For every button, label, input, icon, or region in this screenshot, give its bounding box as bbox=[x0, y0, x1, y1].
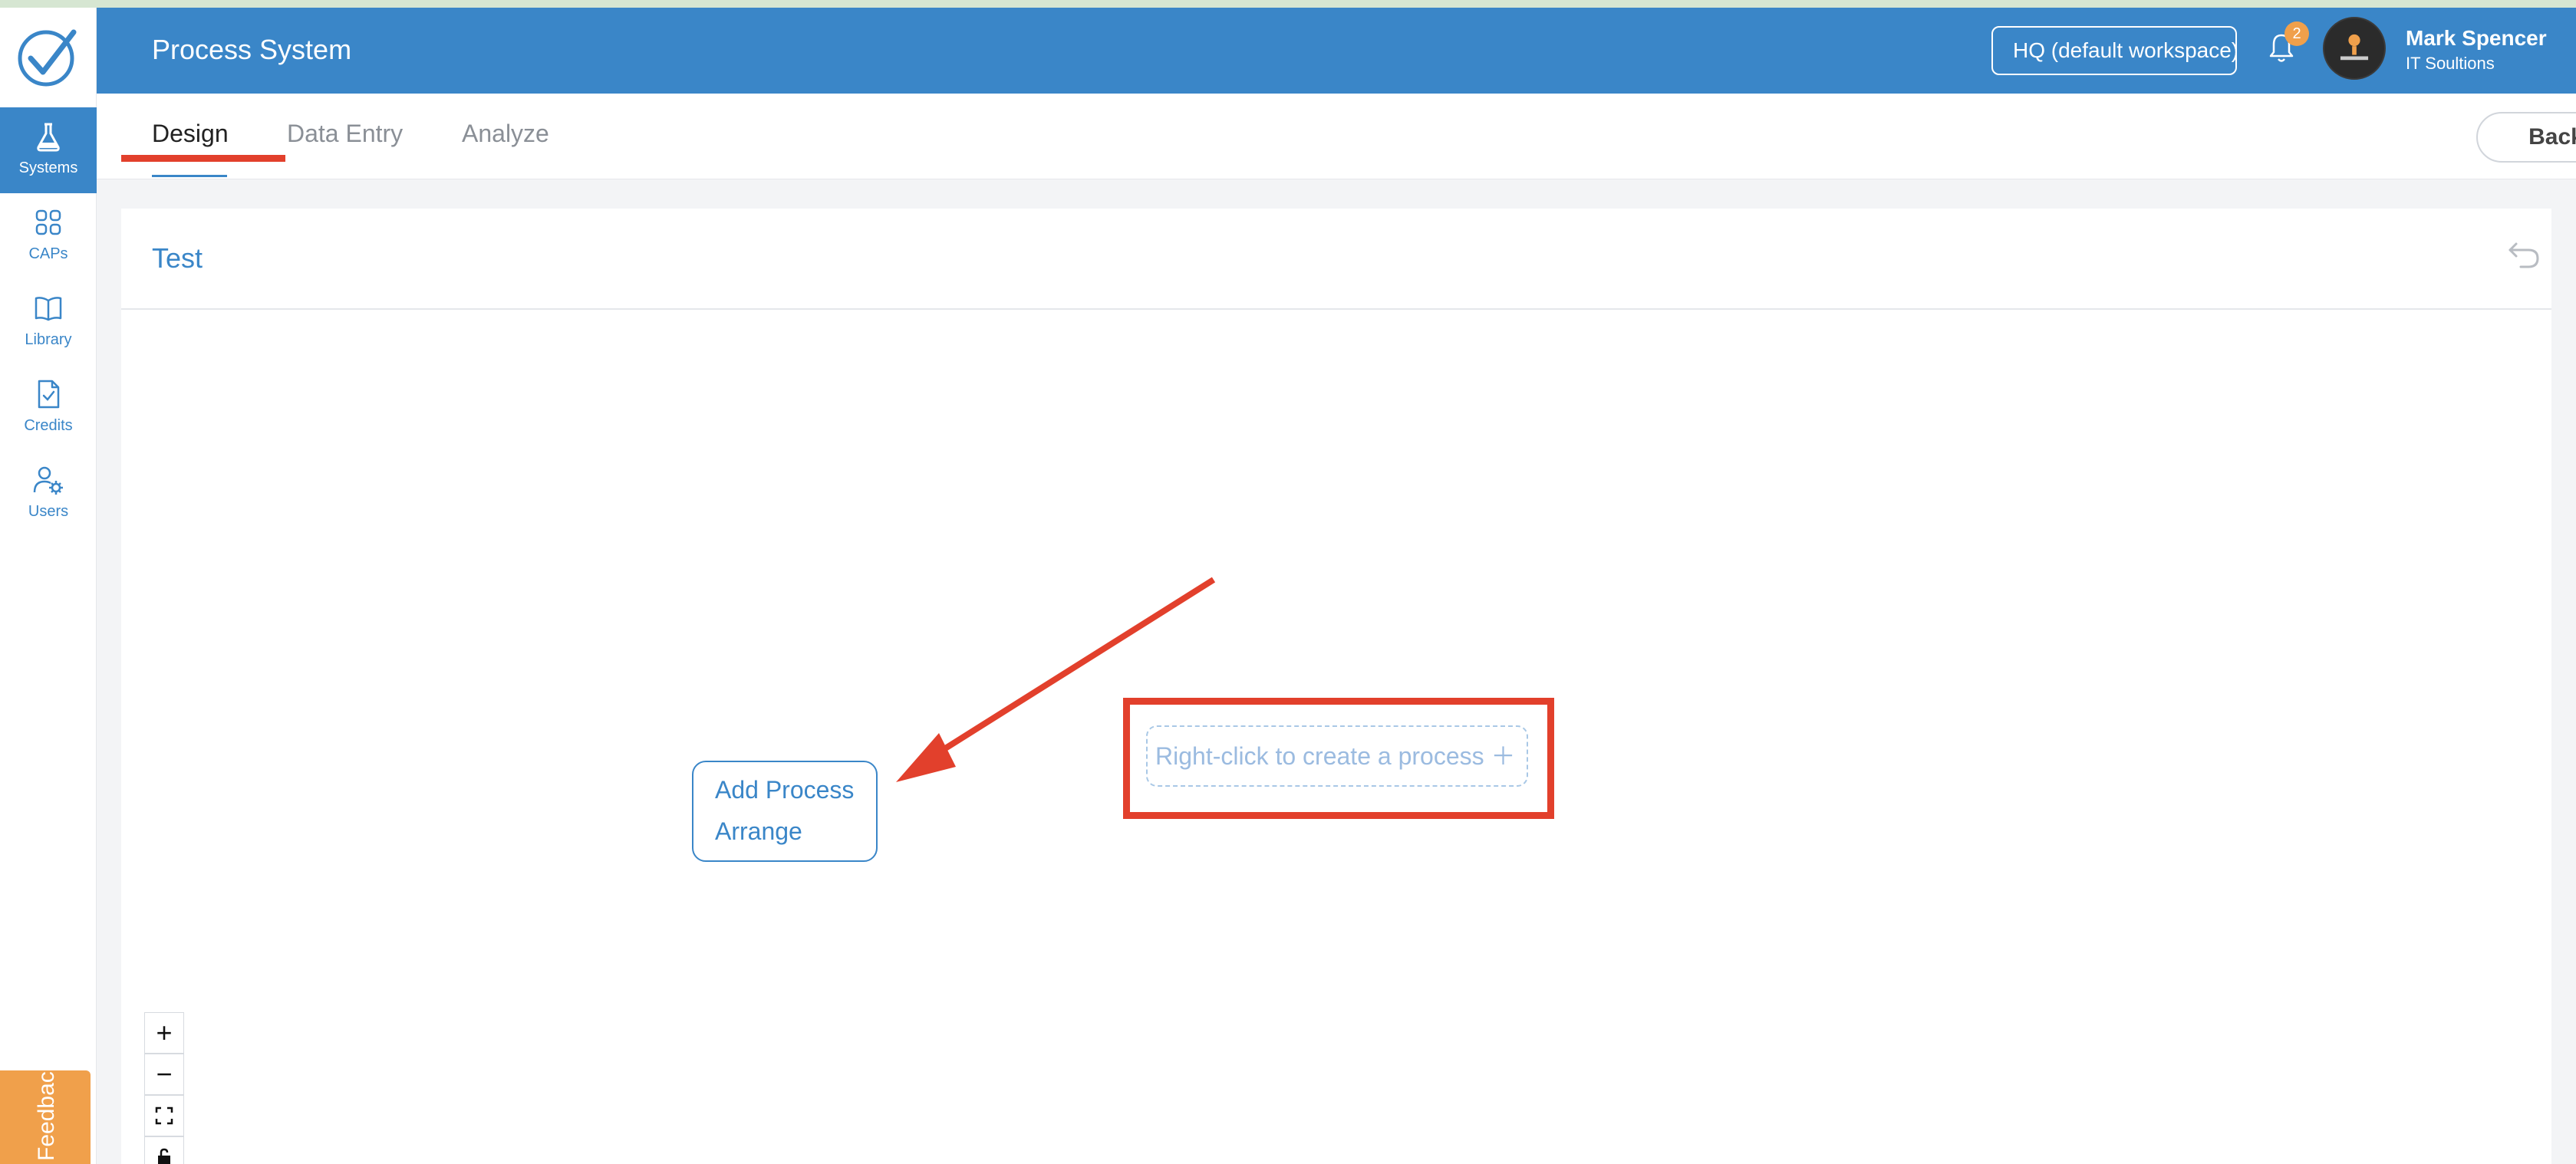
top-header: Process System HQ (default workspace) 2 … bbox=[97, 8, 2576, 94]
design-canvas-card: Test bbox=[121, 209, 2551, 1164]
grid-icon bbox=[35, 209, 61, 235]
zoom-out-button[interactable]: − bbox=[144, 1054, 184, 1095]
feedback-tab[interactable]: Feedback bbox=[0, 1060, 91, 1164]
sidebar-item-label: Systems bbox=[18, 159, 78, 176]
sidebar-item-library[interactable]: Library bbox=[0, 279, 97, 365]
zoom-controls: + − bbox=[144, 1012, 184, 1164]
tab-data-entry[interactable]: Data Entry bbox=[287, 120, 403, 148]
feedback-label: Feedback bbox=[34, 1060, 59, 1161]
zoom-in-button[interactable]: + bbox=[144, 1012, 184, 1054]
user-gear-icon bbox=[33, 466, 63, 495]
context-menu: Add Process Arrange bbox=[692, 761, 878, 862]
menu-item-arrange[interactable]: Arrange bbox=[715, 817, 802, 846]
tab-analyze[interactable]: Analyze bbox=[462, 120, 549, 148]
user-organization: IT Soultions bbox=[2406, 54, 2495, 73]
sidebar-item-systems[interactable]: Systems bbox=[0, 107, 97, 193]
user-name: Mark Spencer bbox=[2406, 26, 2547, 50]
sidebar-item-users[interactable]: Users bbox=[0, 451, 97, 537]
document-check-icon bbox=[38, 380, 60, 409]
sidebar-item-label: Users bbox=[28, 503, 69, 520]
app-logo-icon[interactable] bbox=[15, 25, 80, 89]
top-strip bbox=[0, 0, 2576, 8]
fit-view-button[interactable] bbox=[144, 1095, 184, 1136]
workspace-selector[interactable]: HQ (default workspace) bbox=[1991, 26, 2237, 75]
flask-icon bbox=[37, 123, 60, 152]
fullscreen-icon bbox=[155, 1106, 173, 1125]
sidebar-item-label: CAPs bbox=[28, 245, 68, 262]
sidebar-item-label: Library bbox=[25, 331, 72, 348]
menu-item-add-process[interactable]: Add Process bbox=[715, 776, 854, 804]
lock-icon bbox=[158, 1148, 170, 1164]
avatar[interactable] bbox=[2323, 17, 2386, 80]
book-icon bbox=[35, 297, 62, 321]
sidebar-item-caps[interactable]: CAPs bbox=[0, 193, 97, 279]
lock-button[interactable] bbox=[144, 1136, 184, 1164]
canvas-header: Test bbox=[121, 209, 2551, 310]
annotation-underline bbox=[121, 155, 285, 162]
back-button[interactable]: Back bbox=[2476, 112, 2576, 163]
notification-badge: 2 bbox=[2284, 21, 2309, 46]
app-title: Process System bbox=[152, 34, 352, 65]
undo-icon[interactable] bbox=[2505, 235, 2544, 273]
active-tab-indicator bbox=[152, 175, 227, 177]
canvas-title: Test bbox=[152, 242, 203, 274]
sidebar-item-credits[interactable]: Credits bbox=[0, 365, 97, 451]
tabs-bar: Design Data Entry Analyze Back bbox=[97, 94, 2576, 179]
annotation-highlight-box bbox=[1123, 698, 1554, 819]
sidebar-item-label: Credits bbox=[24, 417, 73, 434]
tab-design[interactable]: Design bbox=[152, 120, 229, 148]
sidebar: Systems CAPs Library Credits Users bbox=[0, 8, 97, 1164]
